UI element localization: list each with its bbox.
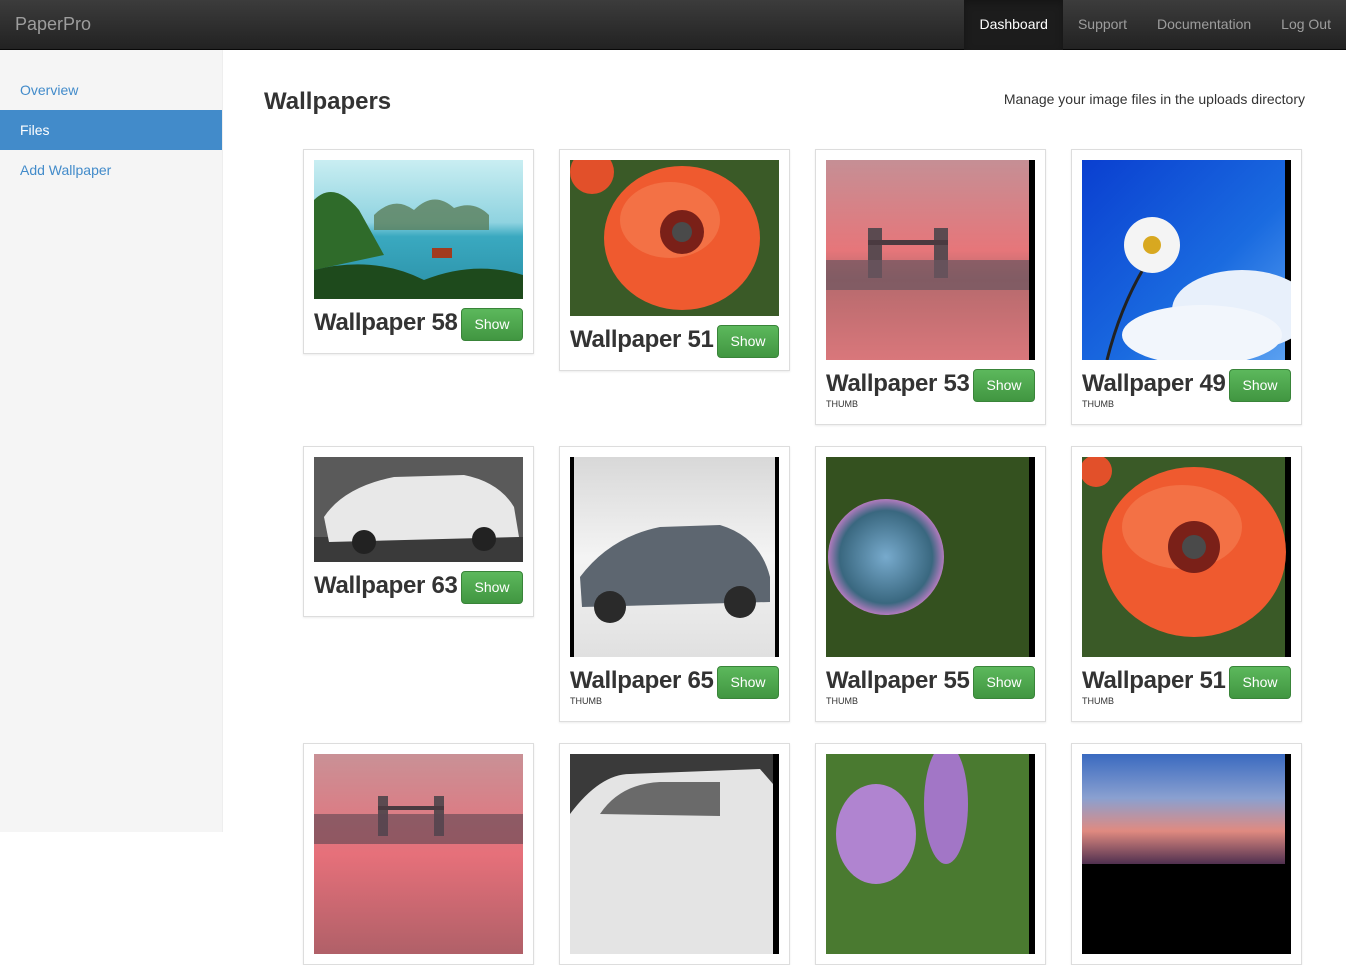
wallpaper-card: Wallpaper 49 THUMB Show — [1071, 149, 1302, 425]
page-subtitle: Manage your image files in the uploads d… — [1004, 91, 1305, 107]
show-button[interactable]: Show — [973, 666, 1035, 699]
show-button[interactable]: Show — [717, 325, 779, 358]
wallpaper-image-red-poppy[interactable] — [570, 160, 779, 316]
show-button[interactable]: Show — [461, 571, 523, 604]
wallpaper-card: Wallpaper 63 Show — [303, 446, 534, 617]
show-button[interactable]: Show — [1229, 369, 1291, 402]
thumb-label: THUMB — [826, 696, 858, 706]
page-title: Wallpapers — [264, 88, 391, 116]
wallpaper-card: Wallpaper 58 Show — [303, 149, 534, 354]
wallpaper-image-red-poppy[interactable] — [1082, 457, 1291, 657]
nav-dashboard[interactable]: Dashboard — [964, 0, 1063, 50]
sidebar-item-add-wallpaper[interactable]: Add Wallpaper — [0, 150, 222, 190]
show-button[interactable]: Show — [461, 308, 523, 341]
sidebar-item-files[interactable]: Files — [0, 110, 222, 150]
show-button[interactable]: Show — [1229, 666, 1291, 699]
wallpaper-image-sunset-sky[interactable] — [1082, 754, 1291, 954]
wallpaper-card — [559, 743, 790, 965]
wallpaper-card — [1071, 743, 1302, 965]
wallpaper-image-white-car[interactable] — [570, 754, 779, 954]
nav-support[interactable]: Support — [1063, 0, 1142, 50]
thumb-label: THUMB — [1082, 696, 1114, 706]
wallpaper-card — [815, 743, 1046, 965]
wallpaper-card: Wallpaper 65 THUMB Show — [559, 446, 790, 722]
wallpaper-image-purple-flower[interactable] — [826, 754, 1035, 954]
wallpaper-image-tower-bridge-sunset[interactable] — [826, 160, 1035, 360]
nav-documentation[interactable]: Documentation — [1142, 0, 1266, 50]
sidebar-item-overview[interactable]: Overview — [0, 70, 222, 110]
brand-logo[interactable]: PaperPro — [15, 14, 91, 35]
thumb-label: THUMB — [1082, 399, 1114, 409]
wallpaper-card: Wallpaper 55 THUMB Show — [815, 446, 1046, 722]
wallpaper-image-soap-bubble[interactable] — [826, 457, 1035, 657]
wallpaper-image-white-bmw[interactable] — [314, 457, 523, 562]
show-button[interactable]: Show — [973, 369, 1035, 402]
wallpaper-card: Wallpaper 51 Show — [559, 149, 790, 371]
wallpaper-image-bay-islands[interactable] — [314, 160, 523, 299]
wallpaper-card: Wallpaper 53 THUMB Show — [815, 149, 1046, 425]
thumb-label: THUMB — [570, 696, 602, 706]
wallpaper-card — [303, 743, 534, 965]
main-content: Wallpapers Manage your image files in th… — [224, 50, 1346, 832]
top-nav: Dashboard Support Documentation Log Out — [964, 0, 1346, 50]
nav-log-out[interactable]: Log Out — [1266, 0, 1346, 50]
wallpaper-card: Wallpaper 51 THUMB Show — [1071, 446, 1302, 722]
thumb-label: THUMB — [826, 399, 858, 409]
sidebar: Overview Files Add Wallpaper — [0, 50, 223, 832]
wallpaper-image-grey-volvo[interactable] — [570, 457, 779, 657]
wallpaper-image-daisy-blue-sky[interactable] — [1082, 160, 1291, 360]
top-navbar: PaperPro Dashboard Support Documentation… — [0, 0, 1346, 50]
wallpaper-image-tower-bridge-sunset[interactable] — [314, 754, 523, 954]
show-button[interactable]: Show — [717, 666, 779, 699]
